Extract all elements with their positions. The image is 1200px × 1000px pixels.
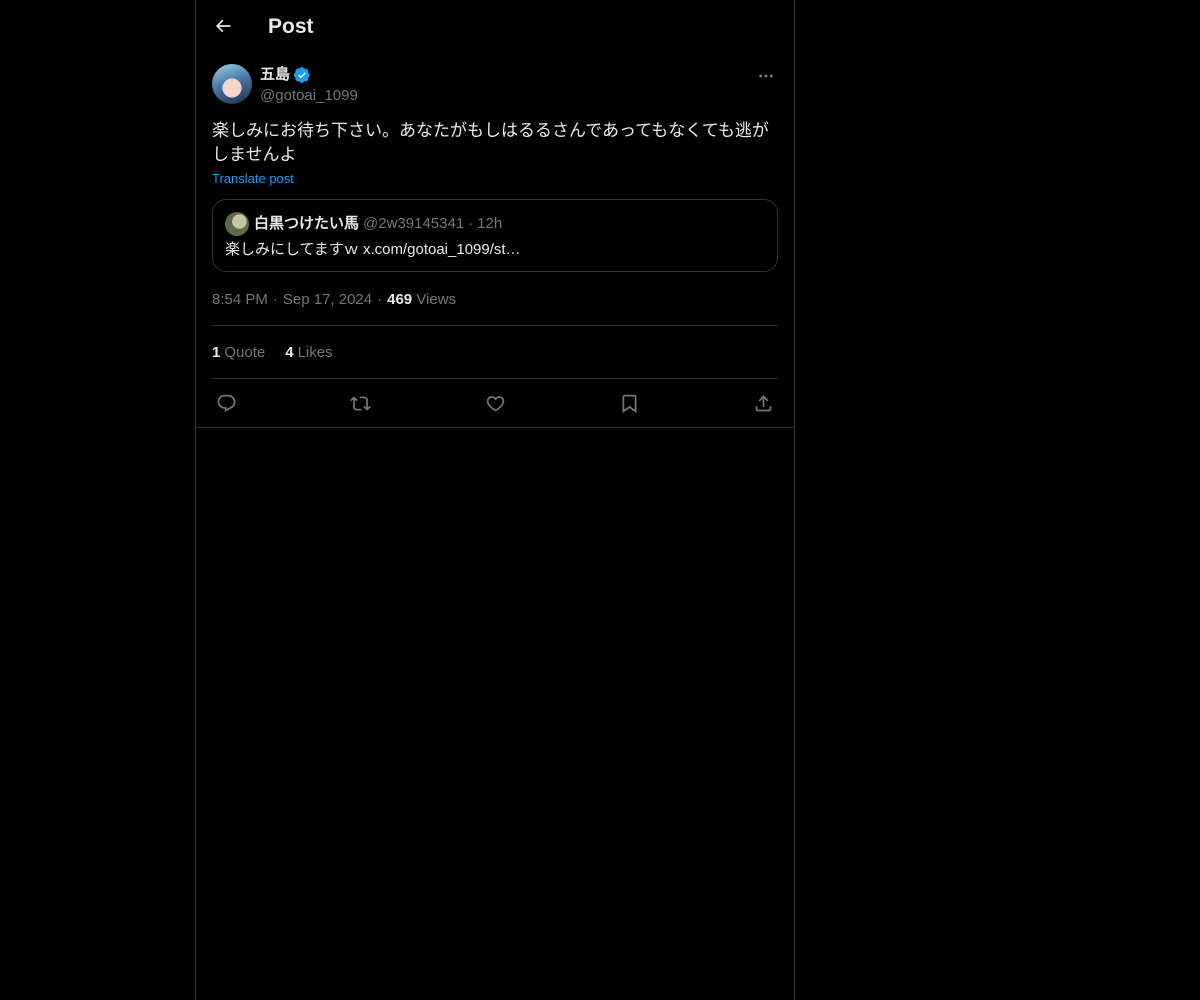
meta-separator: · <box>272 291 278 308</box>
more-horizontal-icon <box>757 67 775 85</box>
action-bar <box>212 391 778 415</box>
divider <box>212 378 778 379</box>
views-stat: 469 Views <box>387 290 456 310</box>
translate-post-link[interactable]: Translate post <box>212 170 294 188</box>
like-button[interactable] <box>483 391 507 415</box>
views-count: 469 <box>387 291 413 308</box>
author-name[interactable]: 五島 <box>260 65 311 85</box>
quoted-timestamp: 12h <box>477 215 503 232</box>
more-button[interactable] <box>754 64 778 88</box>
heart-icon <box>485 393 506 414</box>
bookmark-button[interactable] <box>617 391 641 415</box>
meta-separator: · <box>377 291 383 308</box>
likes-stat[interactable]: 4 Likes <box>285 343 332 363</box>
post-time[interactable]: 8:54 PM <box>212 290 268 310</box>
likes-count: 4 <box>285 344 294 361</box>
top-bar: Post <box>196 0 794 53</box>
quoted-author-avatar <box>225 212 249 236</box>
views-label: Views <box>416 291 457 308</box>
engagement-stats: 1 Quote 4 Likes <box>212 343 333 363</box>
quoted-post[interactable]: 白黒つけたい馬 @2w39145341 · 12h 楽しみにしてますｗ x.co… <box>212 199 778 272</box>
bookmark-icon <box>619 393 640 414</box>
quoted-post-text: 楽しみにしてますｗ x.com/gotoai_1099/st… <box>225 241 521 258</box>
author-avatar[interactable] <box>212 64 252 104</box>
post-bottom-divider <box>196 427 794 428</box>
post-date[interactable]: Sep 17, 2024 <box>283 290 372 310</box>
quotes-count: 1 <box>212 344 221 361</box>
repost-button[interactable] <box>348 391 372 415</box>
quoted-author-name: 白黒つけたい馬 <box>254 215 360 232</box>
quoted-post-header: 白黒つけたい馬 @2w39145341 · 12h <box>254 214 502 234</box>
post-meta: 8:54 PM · Sep 17, 2024 · 469 Views <box>212 290 456 310</box>
arrow-left-icon <box>213 16 233 36</box>
likes-label: Likes <box>297 344 333 361</box>
quoted-separator: · <box>468 215 474 232</box>
quotes-stat[interactable]: 1 Quote <box>212 343 265 363</box>
quoted-author-handle: @2w39145341 <box>363 215 465 232</box>
share-icon <box>753 393 774 414</box>
verified-badge-icon <box>293 66 311 84</box>
share-button[interactable] <box>751 391 775 415</box>
author-handle[interactable]: @gotoai_1099 <box>260 86 358 106</box>
post-text: 楽しみにお待ち下さい。あなたがもしはるるさんであってもなくても逃がしませんよ <box>212 121 769 164</box>
back-button[interactable] <box>206 9 240 43</box>
repost-icon <box>349 393 371 414</box>
quotes-label: Quote <box>224 344 266 361</box>
divider <box>212 325 778 326</box>
reply-icon <box>216 393 237 414</box>
reply-button[interactable] <box>214 391 238 415</box>
main-column: Post 五島 @gotoai_1099 楽しみにお待ち下さい。あなたがもしはる… <box>195 0 795 1000</box>
author-display-name: 五島 <box>260 66 291 83</box>
page-title: Post <box>268 15 314 38</box>
